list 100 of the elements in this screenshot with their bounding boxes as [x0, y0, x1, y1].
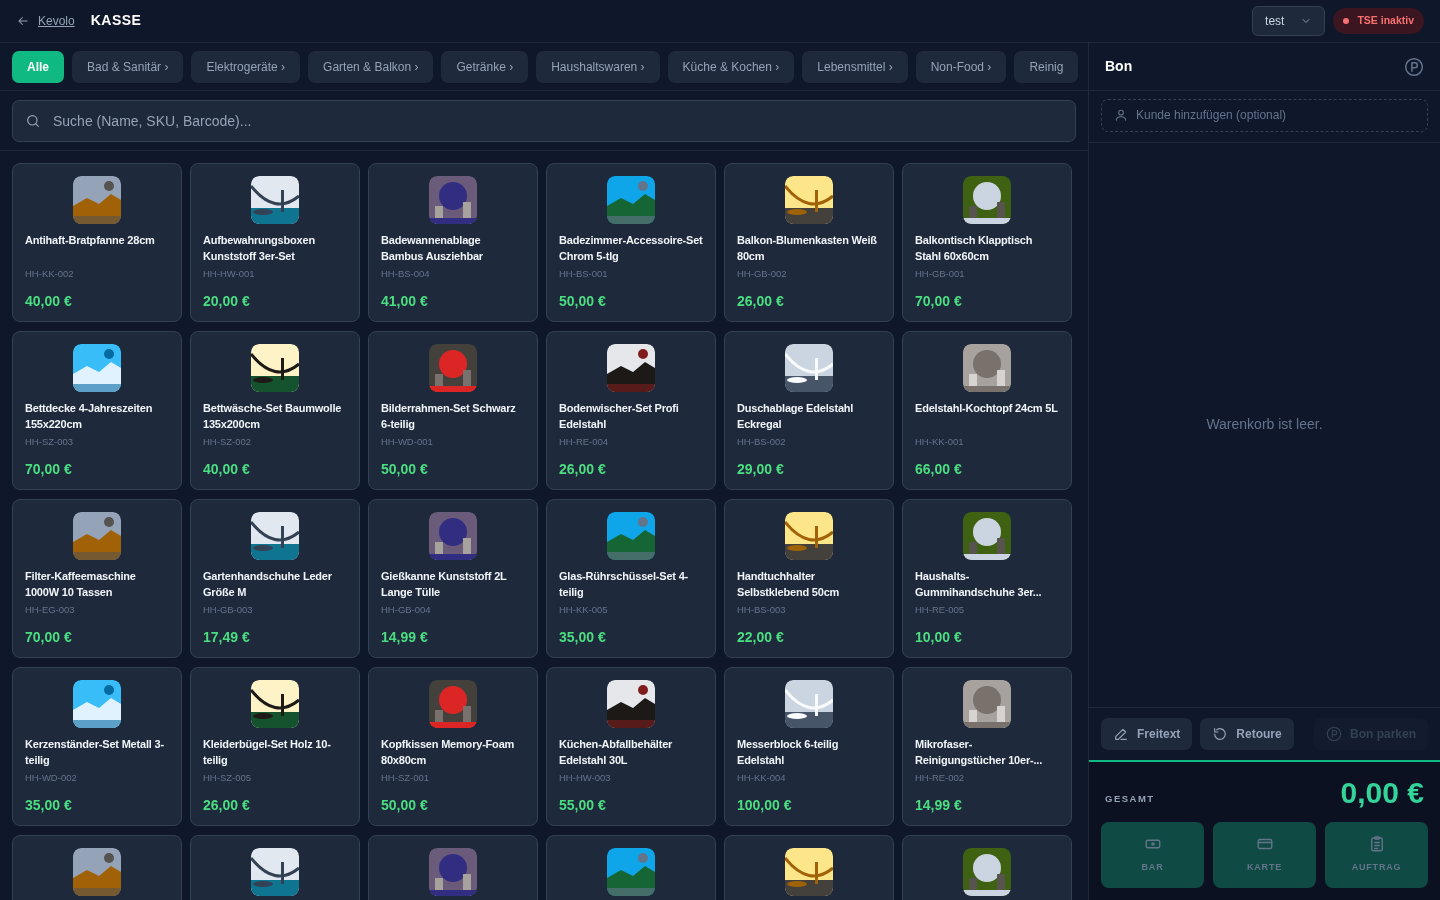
product-price: 14,99 €	[381, 628, 429, 648]
product-price: 26,00 €	[737, 292, 785, 312]
product-sku: HH-BS-002	[737, 434, 787, 449]
category-tab[interactable]: Bad & Sanitär ›	[72, 50, 184, 83]
product-card[interactable]: Bodenwischer-Set Profi Edelstahl HH-RE-004 26,00 €	[546, 330, 716, 490]
product-sku: HH-GB-002	[737, 266, 788, 281]
product-card[interactable]: Aufbewahrungsboxen Kunststoff 3er-Set HH-HW-001 20,00 €	[190, 162, 360, 322]
product-price: 70,00 €	[915, 292, 963, 312]
product-sku: HH-KK-002	[25, 266, 75, 281]
category-tab[interactable]: Lebensmittel ›	[802, 50, 908, 83]
product-card[interactable]: Gartenhandschuhe Leder Größe M HH-GB-003 17,49 €	[190, 498, 360, 658]
product-sku: HH-SZ-003	[25, 434, 75, 449]
search-icon	[25, 112, 41, 129]
product-card[interactable]: Badezimmer-Accessoire-Set Chrom 5-tlg HH-BS-001 50,00 €	[546, 162, 716, 322]
status-badge: TSE inaktiv	[1333, 8, 1424, 34]
parking-icon	[1326, 726, 1342, 742]
product-sku: HH-HW-003	[559, 770, 612, 785]
product-sku: HH-SZ-005	[203, 770, 253, 785]
product-name: Duschablage Edelstahl Eckregal	[737, 400, 855, 433]
product-sku: HH-GB-004	[381, 602, 432, 617]
product-sku: HH-KK-001	[915, 434, 965, 449]
product-card[interactable]: Filter-Kaffeemaschine 1000W 10 Tassen HH-EG-003 70,00 €	[12, 498, 182, 658]
category-tab[interactable]: Elektrogeräte ›	[191, 50, 301, 83]
product-card[interactable]: Antihaft-Bratpfanne 28cm HH-KK-002 40,00 €	[12, 162, 182, 322]
product-sku: HH-WD-001	[381, 434, 434, 449]
product-price: 26,00 €	[559, 460, 607, 480]
product-name: Bilderrahmen-Set Schwarz 6-teilig	[381, 400, 517, 433]
product-price: 41,00 €	[381, 292, 429, 312]
park-button[interactable]	[1404, 56, 1424, 77]
product-card[interactable]: Kopfkissen Memory-Foam 80x80cm HH-SZ-001 50,00 €	[368, 666, 538, 826]
category-tab[interactable]: Garten & Balkon ›	[308, 50, 434, 83]
product-card[interactable]: Bettdecke 4-Jahreszeiten 155x220cm HH-SZ-003 70,00 €	[12, 330, 182, 490]
product-price: 26,00 €	[203, 796, 251, 816]
action-button[interactable]: Freitext	[1101, 718, 1193, 750]
person-icon	[1114, 108, 1128, 123]
product-sku: HH-EG-003	[25, 602, 76, 617]
product-name: Balkontisch Klapptisch Stahl 60x60cm	[915, 232, 1034, 265]
product-price: 55,00 €	[559, 796, 607, 816]
product-price: 66,00 €	[915, 460, 963, 480]
product-name: Bodenwischer-Set Profi Edelstahl	[559, 400, 680, 433]
total-label: GESAMT	[1105, 791, 1155, 806]
product-card[interactable]: Bettwäsche-Set Baumwolle 135x200cm HH-SZ-002 40,00 €	[190, 330, 360, 490]
user-select[interactable]: test	[1252, 5, 1326, 36]
product-name: Bettdecke 4-Jahreszeiten 155x220cm	[25, 400, 154, 433]
product-name: Badezimmer-Accessoire-Set Chrom 5-tlg	[559, 232, 703, 265]
product-name: Aufbewahrungsboxen Kunststoff 3er-Set	[203, 232, 316, 265]
product-name: Handtuchhalter Selbstklebend 50cm	[737, 568, 841, 601]
product-price: 22,00 €	[737, 628, 785, 648]
product-card[interactable]: Balkon-Blumenkasten Weiß 80cm HH-GB-002 26,00 €	[724, 162, 894, 322]
product-price: 17,49 €	[203, 628, 251, 648]
product-price: 70,00 €	[25, 628, 73, 648]
product-name: Messerblock 6-teilig Edelstahl	[737, 736, 840, 769]
product-card[interactable]: Handtuchhalter Selbstklebend 50cm HH-BS-003 22,00 €	[724, 498, 894, 658]
product-name: Gartenhandschuhe Leder Größe M	[203, 568, 333, 601]
product-name: Kerzenständer-Set Metall 3-teilig	[25, 736, 165, 769]
page-title: KASSE	[90, 11, 142, 31]
product-sku: HH-GB-003	[203, 602, 254, 617]
empty-cart-text: Warenkorb ist leer.	[1206, 415, 1323, 435]
product-price: 10,00 €	[915, 628, 963, 648]
product-name: Mikrofaser-Reinigungstücher 10er-...	[915, 736, 1044, 769]
category-tab[interactable]: Haushaltswaren ›	[536, 50, 660, 83]
action-button[interactable]: Retoure	[1200, 718, 1294, 750]
product-card[interactable]: Balkontisch Klapptisch Stahl 60x60cm HH-GB-001 70,00 €	[902, 162, 1072, 322]
pen-icon	[1113, 726, 1129, 742]
product-name: Kopfkissen Memory-Foam 80x80cm	[381, 736, 516, 769]
product-sku: HH-RE-004	[559, 434, 610, 449]
product-price: 70,00 €	[25, 460, 73, 480]
product-name: Antihaft-Bratpfanne 28cm	[25, 232, 156, 248]
category-tab[interactable]: Reinig	[1014, 50, 1079, 83]
category-tab[interactable]: Non-Food ›	[915, 50, 1007, 83]
product-sku: HH-KK-004	[737, 770, 787, 785]
product-name: Edelstahl-Kochtopf 24cm 5L	[915, 400, 1059, 416]
product-card[interactable]: Küchen-Abfallbehälter Edelstahl 30L HH-HW-003 55,00 €	[546, 666, 716, 826]
product-name: Badewannenablage Bambus Ausziehbar	[381, 232, 484, 265]
category-tab[interactable]: Getränke ›	[441, 50, 529, 83]
customer-field[interactable]: Kunde hinzufügen (optional)	[1101, 98, 1428, 132]
receipt-title: Bon	[1105, 56, 1133, 76]
back-link[interactable]: Kevolo	[38, 11, 75, 30]
product-name: Kleiderbügel-Set Holz 10-teilig	[203, 736, 332, 769]
product-name: Haushalts-Gummihandschuhe 3er...	[915, 568, 1043, 601]
product-card[interactable]: Haushalts-Gummihandschuhe 3er... HH-RE-005 10,00 €	[902, 498, 1072, 658]
product-card[interactable]: Edelstahl-Kochtopf 24cm 5L HH-KK-001 66,00 €	[902, 330, 1072, 490]
product-card[interactable]: Duschablage Edelstahl Eckregal HH-BS-002 29,00 €	[724, 330, 894, 490]
total-amount: 0,00 €	[1340, 774, 1424, 811]
product-card[interactable]: Bilderrahmen-Set Schwarz 6-teilig HH-WD-001 50,00 €	[368, 330, 538, 490]
product-card[interactable]: Messerblock 6-teilig Edelstahl HH-KK-004 100,00 €	[724, 666, 894, 826]
product-card[interactable]: Gießkanne Kunststoff 2L Lange Tülle HH-GB-004 14,99 €	[368, 498, 538, 658]
product-card[interactable]: Badewannenablage Bambus Ausziehbar HH-BS-004 41,00 €	[368, 162, 538, 322]
product-name: Küchen-Abfallbehälter Edelstahl 30L	[559, 736, 674, 769]
search-field[interactable]: Suche (Name, SKU, Barcode)...	[12, 99, 1076, 142]
product-price: 20,00 €	[203, 292, 251, 312]
product-sku: HH-HW-001	[203, 266, 256, 281]
product-card[interactable]: Mikrofaser-Reinigungstücher 10er-... HH-RE-002 14,99 €	[902, 666, 1072, 826]
product-sku: HH-SZ-002	[203, 434, 253, 449]
category-tab[interactable]: Küche & Kochen ›	[667, 50, 795, 83]
product-card[interactable]: Kleiderbügel-Set Holz 10-teilig HH-SZ-005 26,00 €	[190, 666, 360, 826]
product-card[interactable]: Glas-Rührschüssel-Set 4-teilig HH-KK-005 35,00 €	[546, 498, 716, 658]
product-sku: HH-BS-004	[381, 266, 431, 281]
product-card[interactable]: Kerzenständer-Set Metall 3-teilig HH-WD-002 35,00 €	[12, 666, 182, 826]
product-name: Bettwäsche-Set Baumwolle 135x200cm	[203, 400, 343, 433]
